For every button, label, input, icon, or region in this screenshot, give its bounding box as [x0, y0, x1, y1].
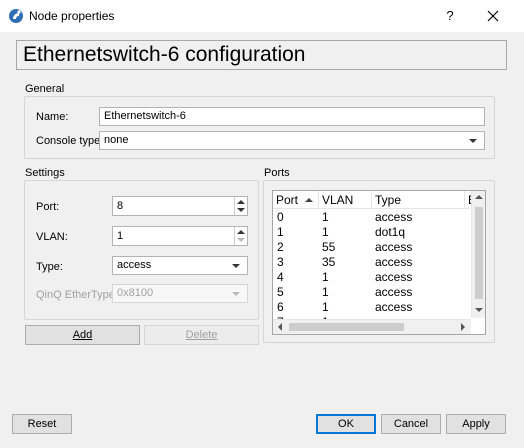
ports-table[interactable]: Port VLAN Type E 0 1 access 1 1 dot1q 2 …: [272, 190, 486, 335]
config-header: Ethernetswitch-6 configuration: [16, 40, 507, 70]
scroll-down-icon[interactable]: [475, 308, 483, 312]
type-cell: access: [375, 255, 413, 269]
type-label: Type:: [36, 261, 63, 273]
name-input[interactable]: Ethernetswitch-6: [99, 107, 485, 126]
window-title: Node properties: [29, 9, 115, 23]
console-type-select[interactable]: none: [99, 131, 485, 150]
scroll-right-icon[interactable]: [461, 323, 465, 331]
type-cell: access: [375, 240, 413, 254]
delete-button: Delete: [144, 325, 259, 345]
console-type-value: none: [104, 134, 129, 146]
port-spinbox[interactable]: 8: [112, 196, 248, 216]
ok-button[interactable]: OK: [316, 414, 376, 434]
column-header-port-label: Port: [276, 193, 299, 207]
vlan-cell: 35: [322, 255, 336, 269]
vlan-stepper[interactable]: [234, 227, 247, 245]
chevron-down-icon: [237, 238, 245, 242]
add-button-label: Add: [72, 329, 93, 341]
chevron-up-icon[interactable]: [237, 230, 245, 234]
scroll-up-icon[interactable]: [475, 195, 483, 199]
qinq-label: QinQ EtherType:: [36, 289, 118, 301]
vlan-cell: 1: [322, 300, 329, 314]
sort-ascending-icon: [305, 198, 313, 202]
settings-group-label: Settings: [25, 167, 65, 179]
table-row[interactable]: 1 1 dot1q: [273, 225, 470, 240]
vlan-cell: 1: [322, 285, 329, 299]
vlan-cell: 1: [322, 225, 329, 239]
type-value: access: [117, 259, 152, 271]
table-row[interactable]: 3 35 access: [273, 255, 470, 270]
scroll-left-icon[interactable]: [278, 323, 282, 331]
port-cell: 1: [277, 225, 284, 239]
name-label: Name:: [36, 111, 69, 123]
type-cell: access: [375, 210, 413, 224]
help-button[interactable]: ?: [436, 3, 464, 29]
table-row[interactable]: 4 1 access: [273, 270, 470, 285]
port-cell: 0: [277, 210, 284, 224]
vlan-cell: 1: [322, 210, 329, 224]
table-row[interactable]: 0 1 access: [273, 210, 470, 225]
vertical-scrollbar[interactable]: [471, 191, 485, 318]
port-cell: 6: [277, 300, 284, 314]
column-header-vlan[interactable]: VLAN: [319, 191, 372, 209]
ports-table-body: 0 1 access 1 1 dot1q 2 55 access 3 35 ac…: [273, 210, 470, 320]
chevron-down-icon: [469, 139, 477, 143]
column-header-type[interactable]: Type: [372, 191, 465, 209]
vertical-scroll-thumb[interactable]: [475, 207, 483, 299]
type-select[interactable]: access: [112, 256, 248, 275]
console-type-label: Console type:: [36, 135, 104, 147]
port-cell: 5: [277, 285, 284, 299]
delete-button-label: Delete: [185, 329, 218, 341]
port-label: Port:: [36, 201, 60, 213]
type-cell: dot1q: [375, 225, 406, 239]
general-group-label: General: [25, 83, 65, 95]
table-row[interactable]: 6 1 access: [273, 300, 470, 315]
qinq-value: 0x8100: [117, 287, 154, 299]
add-button[interactable]: Add: [25, 325, 140, 345]
page-title: Ethernetswitch-6 configuration: [23, 43, 306, 66]
vlan-label: VLAN:: [36, 231, 68, 243]
qinq-ethertype-select: 0x8100: [112, 284, 248, 303]
vlan-spinbox[interactable]: 1: [112, 226, 248, 246]
reset-button[interactable]: Reset: [12, 414, 72, 434]
type-cell: access: [375, 270, 413, 284]
table-row[interactable]: 2 55 access: [273, 240, 470, 255]
port-cell: 2: [277, 240, 284, 254]
port-stepper[interactable]: [234, 197, 247, 215]
port-value: 8: [117, 200, 124, 212]
vlan-value: 1: [117, 230, 124, 242]
chevron-up-icon[interactable]: [237, 200, 245, 204]
port-cell: 4: [277, 270, 284, 284]
type-cell: access: [375, 300, 413, 314]
vlan-cell: 55: [322, 240, 336, 254]
vlan-cell: 1: [322, 270, 329, 284]
close-icon: [487, 10, 499, 22]
close-button[interactable]: [478, 3, 508, 29]
chevron-down-icon: [232, 264, 240, 268]
chevron-down-icon: [232, 292, 240, 296]
ports-group-label: Ports: [264, 167, 290, 179]
title-bar: Node properties ?: [0, 0, 524, 32]
cancel-button[interactable]: Cancel: [381, 414, 441, 434]
ports-table-header: Port VLAN Type E: [273, 191, 476, 209]
apply-button[interactable]: Apply: [446, 414, 506, 434]
type-cell: access: [375, 285, 413, 299]
horizontal-scroll-thumb[interactable]: [289, 323, 404, 331]
chevron-down-icon[interactable]: [237, 208, 245, 212]
app-icon: [9, 9, 23, 23]
table-row[interactable]: 5 1 access: [273, 285, 470, 300]
column-header-port[interactable]: Port: [273, 191, 319, 209]
horizontal-scrollbar[interactable]: [273, 319, 471, 334]
port-cell: 3: [277, 255, 284, 269]
